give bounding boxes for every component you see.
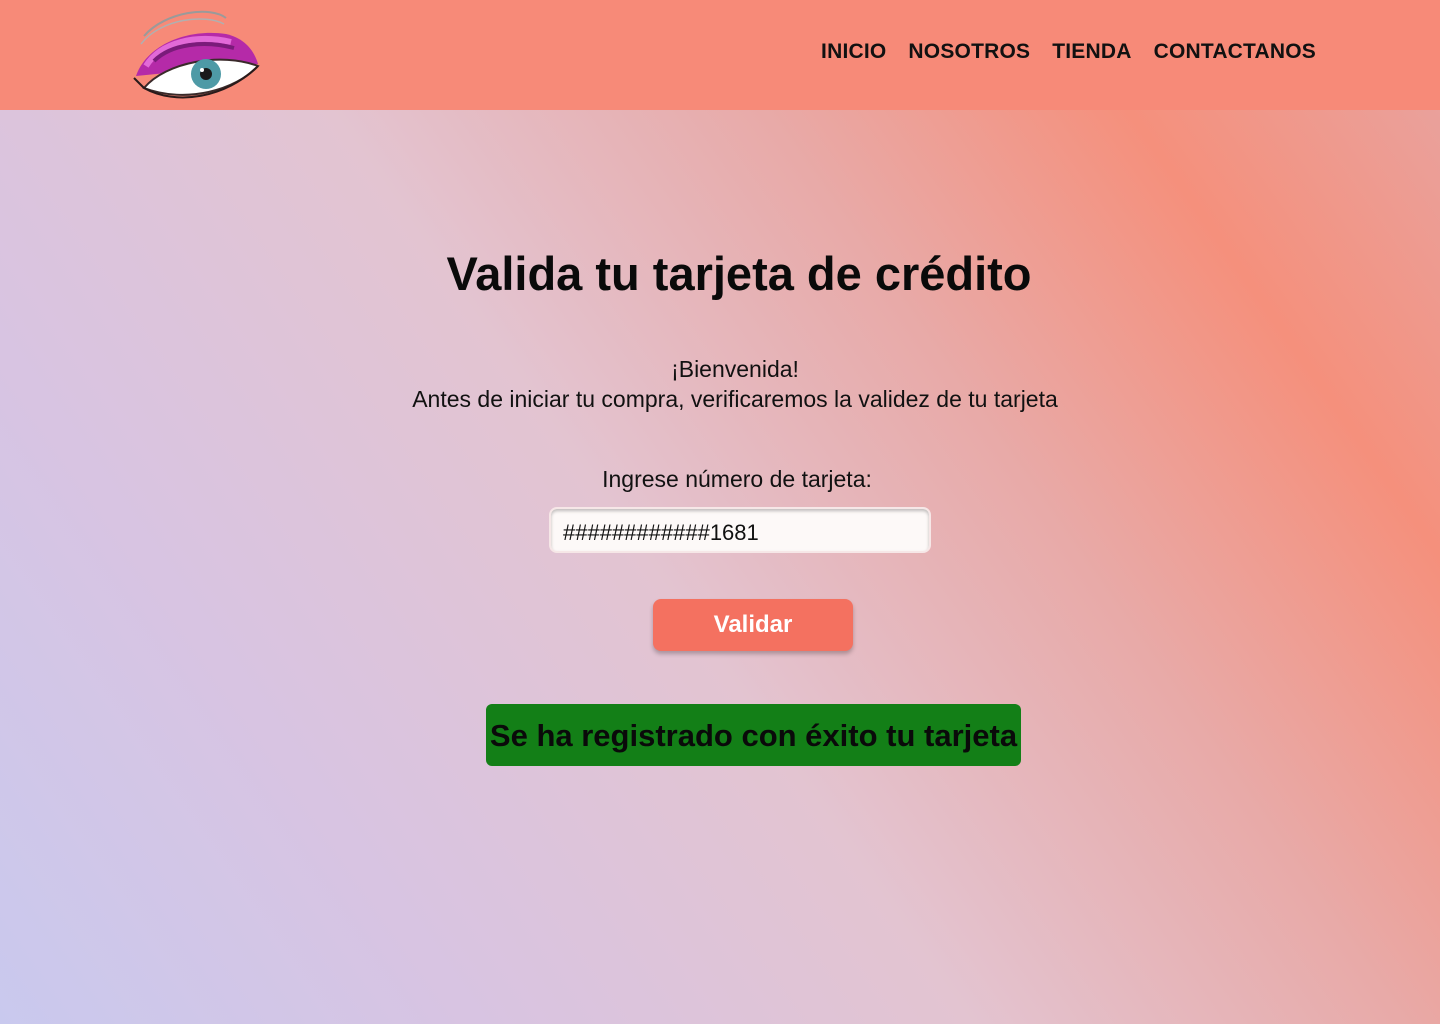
page-title: Valida tu tarjeta de crédito xyxy=(446,247,1032,300)
nav-nosotros-link[interactable]: NOSOTROS xyxy=(908,40,1030,64)
card-number-label: Ingrese número de tarjeta: xyxy=(602,466,872,492)
nav-contactanos-link[interactable]: CONTACTANOS xyxy=(1154,40,1316,64)
welcome-description: Antes de iniciar tu compra, verificaremo… xyxy=(412,386,1058,412)
success-message: Se ha registrado con éxito tu tarjeta xyxy=(486,704,1021,766)
welcome-message: ¡Bienvenida! Antes de iniciar tu compra,… xyxy=(0,354,1440,414)
validate-button[interactable]: Validar xyxy=(653,599,853,651)
nav-inicio-link[interactable]: INICIO xyxy=(821,40,886,64)
main-nav: INICIO NOSOTROS TIENDA CONTACTANOS xyxy=(821,40,1316,64)
painted-eye-logo-icon[interactable] xyxy=(126,6,264,108)
welcome-greeting: ¡Bienvenida! xyxy=(671,356,799,382)
site-header: INICIO NOSOTROS TIENDA CONTACTANOS xyxy=(0,0,1440,110)
card-number-input[interactable] xyxy=(549,507,931,553)
nav-tienda-link[interactable]: TIENDA xyxy=(1052,40,1131,64)
